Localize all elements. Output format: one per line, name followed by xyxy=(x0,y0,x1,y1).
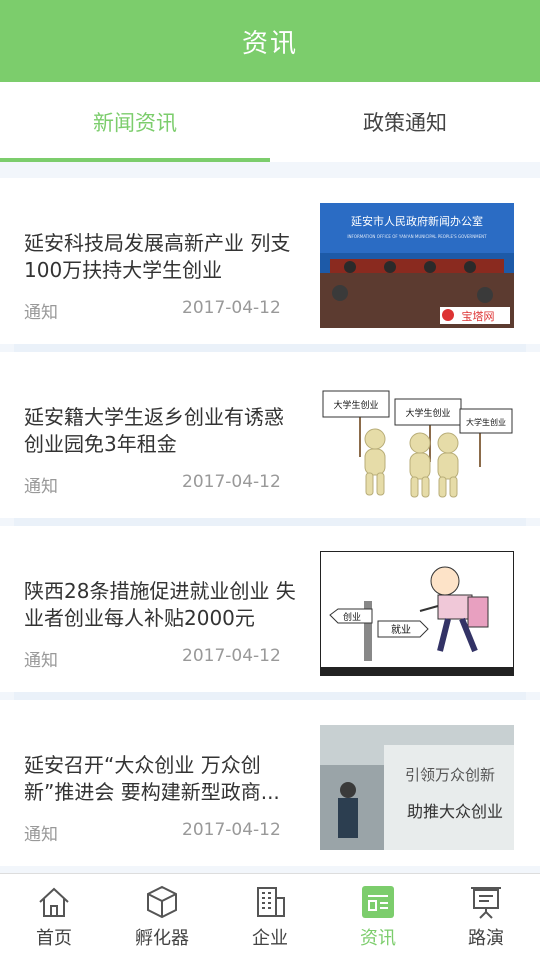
news-date: 2017-04-12 xyxy=(182,646,281,666)
svg-text:大学生创业: 大学生创业 xyxy=(405,407,450,419)
thumb-banner-en: INFORMATION OFFICE OF YAN'AN MUNICIPAL P… xyxy=(347,234,487,239)
presentation-icon xyxy=(471,887,501,919)
svg-text:创业: 创业 xyxy=(343,611,361,623)
nav-label: 企业 xyxy=(252,928,288,949)
news-icon xyxy=(362,886,394,918)
nav-enterprise[interactable]: 企业 xyxy=(216,874,324,960)
tab-policy[interactable]: 政策通知 xyxy=(270,82,540,162)
news-title: 延安籍大学生返乡创业有诱惑 创业园免3年租金 xyxy=(24,405,284,456)
news-title: 延安召开“大众创业 万众创新”推进会 要构建新型政商... xyxy=(24,753,280,804)
news-date: 2017-04-12 xyxy=(182,472,281,492)
page-title: 资讯 xyxy=(241,28,298,59)
news-thumbnail: 大学生创业 大学生创业 大学生创业 xyxy=(320,377,514,502)
divider xyxy=(14,344,526,352)
nav-label: 首页 xyxy=(36,928,72,949)
thumb-banner-text: 延安市人民政府新闻办公室 xyxy=(351,214,483,228)
news-list[interactable]: 延安科技局发展高新产业 列支100万扶持大学生创业 通知 2017-04-12 … xyxy=(0,178,540,873)
news-title: 陕西28条措施促进就业创业 失业者创业每人补贴2000元 xyxy=(24,579,296,630)
news-date: 2017-04-12 xyxy=(182,298,281,318)
cube-icon xyxy=(147,885,177,919)
divider xyxy=(14,518,526,526)
news-item[interactable]: 延安召开“大众创业 万众创新”推进会 要构建新型政商... 通知 2017-04… xyxy=(0,700,540,866)
app-header: 资讯 xyxy=(0,0,540,82)
nav-news[interactable]: 资讯 xyxy=(324,874,432,960)
nav-label: 孵化器 xyxy=(135,928,189,949)
news-item[interactable]: 延安籍大学生返乡创业有诱惑 创业园免3年租金 通知 2017-04-12 大学生… xyxy=(0,352,540,518)
svg-text:大学生创业: 大学生创业 xyxy=(333,399,378,411)
thumb-logo-text: 宝塔网 xyxy=(462,309,495,323)
news-item[interactable]: 陕西28条措施促进就业创业 失业者创业每人补贴2000元 通知 2017-04-… xyxy=(0,526,540,692)
building-icon xyxy=(257,887,285,917)
news-title: 延安科技局发展高新产业 列支100万扶持大学生创业 xyxy=(24,231,291,282)
news-item[interactable]: 延安科技局发展高新产业 列支100万扶持大学生创业 通知 2017-04-12 … xyxy=(0,178,540,344)
divider xyxy=(14,692,526,700)
nav-label: 资讯 xyxy=(360,928,396,949)
svg-text:引领万众创新: 引领万众创新 xyxy=(405,766,495,784)
news-date: 2017-04-12 xyxy=(182,820,281,840)
svg-text:大学生创业: 大学生创业 xyxy=(466,417,506,427)
nav-roadshow[interactable]: 路演 xyxy=(432,874,540,960)
news-tag: 通知 xyxy=(24,651,58,671)
bottom-navigation: 首页 孵化器 企业 资讯 路演 xyxy=(0,873,540,960)
news-thumbnail: 延安市人民政府新闻办公室 INFORMATION OFFICE OF YAN'A… xyxy=(320,203,514,328)
tab-bar: 新闻资讯 政策通知 xyxy=(0,82,540,162)
nav-label: 路演 xyxy=(468,928,504,949)
news-tag: 通知 xyxy=(24,477,58,497)
news-tag: 通知 xyxy=(24,303,58,323)
news-thumbnail: 创业 就业 xyxy=(320,551,514,676)
svg-text:助推大众创业: 助推大众创业 xyxy=(407,802,503,821)
tab-news[interactable]: 新闻资讯 xyxy=(0,82,270,162)
news-thumbnail: 引领万众创新 助推大众创业 xyxy=(320,725,514,850)
svg-text:就业: 就业 xyxy=(391,623,411,636)
news-tag: 通知 xyxy=(24,825,58,845)
nav-home[interactable]: 首页 xyxy=(0,874,108,960)
home-icon xyxy=(39,887,69,917)
nav-incubator[interactable]: 孵化器 xyxy=(108,874,216,960)
